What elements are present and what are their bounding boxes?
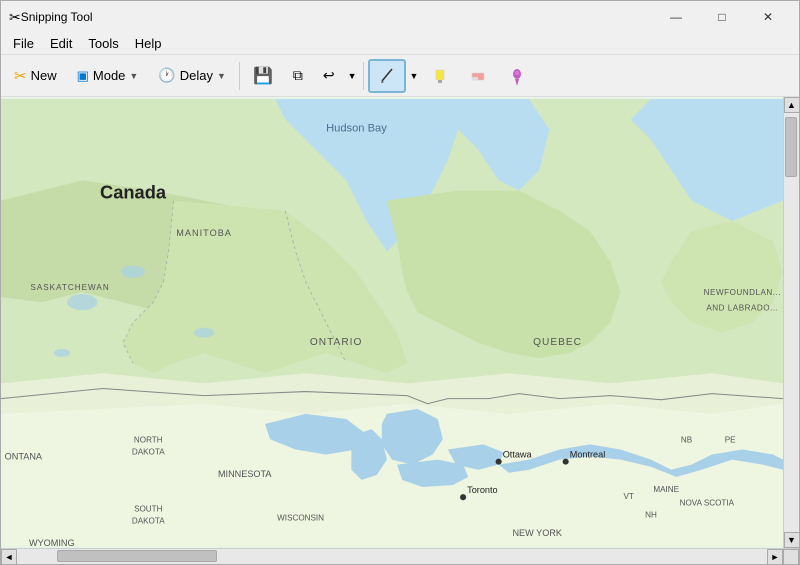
delay-dropdown-arrow: ▼	[217, 71, 226, 81]
menu-bar: File Edit Tools Help	[1, 33, 799, 55]
toolbar: ✂ New ▣ Mode ▼ 🕐 Delay ▼ 💾 ⧉ ↩ ▼	[1, 55, 799, 97]
close-button[interactable]: ✕	[745, 1, 791, 33]
copy-button[interactable]: ⧉	[284, 59, 312, 93]
map-container: Hudson Bay Canada MANITOBA SASKATCHEWAN …	[1, 97, 783, 548]
vertical-scrollbar[interactable]: ▲ ▼	[783, 97, 799, 548]
svg-text:WISCONSIN: WISCONSIN	[277, 514, 324, 523]
svg-text:NH: NH	[645, 510, 657, 519]
svg-text:DAKOTA: DAKOTA	[132, 448, 165, 457]
svg-text:NOVA SCOTIA: NOVA SCOTIA	[680, 498, 735, 507]
svg-text:NB: NB	[681, 435, 692, 444]
menu-help[interactable]: Help	[127, 34, 170, 53]
svg-text:MINNESOTA: MINNESOTA	[218, 469, 272, 479]
content-area: Hudson Bay Canada MANITOBA SASKATCHEWAN …	[1, 97, 799, 548]
scroll-left-button[interactable]: ◄	[1, 549, 17, 565]
new-button[interactable]: ✂ New	[5, 59, 66, 93]
svg-text:Ottawa: Ottawa	[503, 450, 533, 460]
svg-text:PE: PE	[725, 435, 736, 444]
eraser-icon	[469, 67, 487, 85]
menu-file[interactable]: File	[5, 34, 42, 53]
svg-text:Toronto: Toronto	[467, 485, 497, 495]
new-icon: ✂	[14, 67, 27, 85]
copy-icon: ⧉	[293, 67, 303, 84]
map-view[interactable]: Hudson Bay Canada MANITOBA SASKATCHEWAN …	[1, 97, 783, 548]
eraser-button[interactable]	[460, 59, 496, 93]
svg-text:MAINE: MAINE	[653, 485, 679, 494]
svg-text:SOUTH: SOUTH	[134, 504, 163, 513]
svg-text:SASKATCHEWAN: SASKATCHEWAN	[30, 283, 109, 292]
scroll-left-arrow: ◄	[5, 552, 14, 562]
menu-tools[interactable]: Tools	[80, 34, 126, 53]
pen-icon	[378, 67, 396, 85]
scroll-right-button[interactable]: ►	[767, 549, 783, 565]
svg-text:ONTANA: ONTANA	[5, 452, 43, 462]
new-label: New	[31, 68, 57, 83]
svg-text:NEWFOUNDLAN...: NEWFOUNDLAN...	[704, 288, 781, 297]
maximize-button[interactable]: □	[699, 1, 745, 33]
pen-dropdown[interactable]: ▼	[408, 71, 421, 81]
scroll-up-button[interactable]: ▲	[784, 97, 800, 113]
erase-icon: ↩	[323, 67, 335, 84]
map-svg: Hudson Bay Canada MANITOBA SASKATCHEWAN …	[1, 97, 783, 548]
delay-button[interactable]: 🕐 Delay ▼	[149, 59, 235, 93]
svg-text:Montreal: Montreal	[570, 450, 606, 460]
svg-text:AND LABRADO...: AND LABRADO...	[706, 303, 778, 312]
scroll-up-arrow: ▲	[787, 100, 796, 110]
scroll-right-arrow: ►	[771, 552, 780, 562]
window-title: Snipping Tool	[21, 10, 653, 24]
pin-button[interactable]	[498, 59, 536, 93]
svg-text:NEW YORK: NEW YORK	[512, 528, 562, 538]
scroll-track-horizontal[interactable]	[17, 549, 767, 564]
svg-text:NORTH: NORTH	[134, 435, 163, 444]
pen-button[interactable]	[368, 59, 406, 93]
svg-text:MANITOBA: MANITOBA	[176, 228, 232, 238]
svg-text:Hudson Bay: Hudson Bay	[326, 123, 387, 135]
separator-2	[363, 62, 364, 90]
minimize-button[interactable]: —	[653, 1, 699, 33]
svg-text:DAKOTA: DAKOTA	[132, 517, 165, 526]
svg-text:QUEBEC: QUEBEC	[533, 337, 582, 348]
mode-dropdown-arrow: ▼	[129, 71, 138, 81]
mode-icon: ▣	[77, 68, 89, 84]
scroll-thumb-vertical[interactable]	[785, 117, 797, 177]
menu-edit[interactable]: Edit	[42, 34, 80, 53]
application-window: ✂ Snipping Tool — □ ✕ File Edit Tools He…	[0, 0, 800, 565]
scroll-track-vertical[interactable]	[784, 113, 799, 532]
svg-text:WYOMING: WYOMING	[29, 538, 75, 548]
pen-erase-dropdown[interactable]: ▼	[346, 71, 359, 81]
save-button[interactable]: 💾	[244, 59, 282, 93]
pen-erase-button[interactable]: ↩	[314, 59, 344, 93]
pin-icon	[507, 66, 527, 86]
scrollbar-corner	[783, 549, 799, 565]
scroll-thumb-horizontal[interactable]	[57, 550, 217, 562]
bottom-bar: ◄ ►	[1, 548, 799, 564]
mode-button[interactable]: ▣ Mode ▼	[68, 59, 148, 93]
scroll-down-arrow: ▼	[787, 535, 796, 545]
title-bar: ✂ Snipping Tool — □ ✕	[1, 1, 799, 33]
highlighter-button[interactable]	[422, 59, 458, 93]
window-controls: — □ ✕	[653, 1, 791, 33]
save-icon: 💾	[253, 66, 273, 86]
mode-label: Mode	[93, 68, 126, 83]
delay-label: Delay	[180, 68, 213, 83]
separator-1	[239, 62, 240, 90]
highlighter-icon	[431, 67, 449, 85]
svg-text:Canada: Canada	[100, 182, 167, 203]
scroll-down-button[interactable]: ▼	[784, 532, 800, 548]
svg-text:VT: VT	[623, 492, 633, 501]
app-icon: ✂	[9, 9, 21, 26]
delay-icon: 🕐	[158, 67, 175, 84]
